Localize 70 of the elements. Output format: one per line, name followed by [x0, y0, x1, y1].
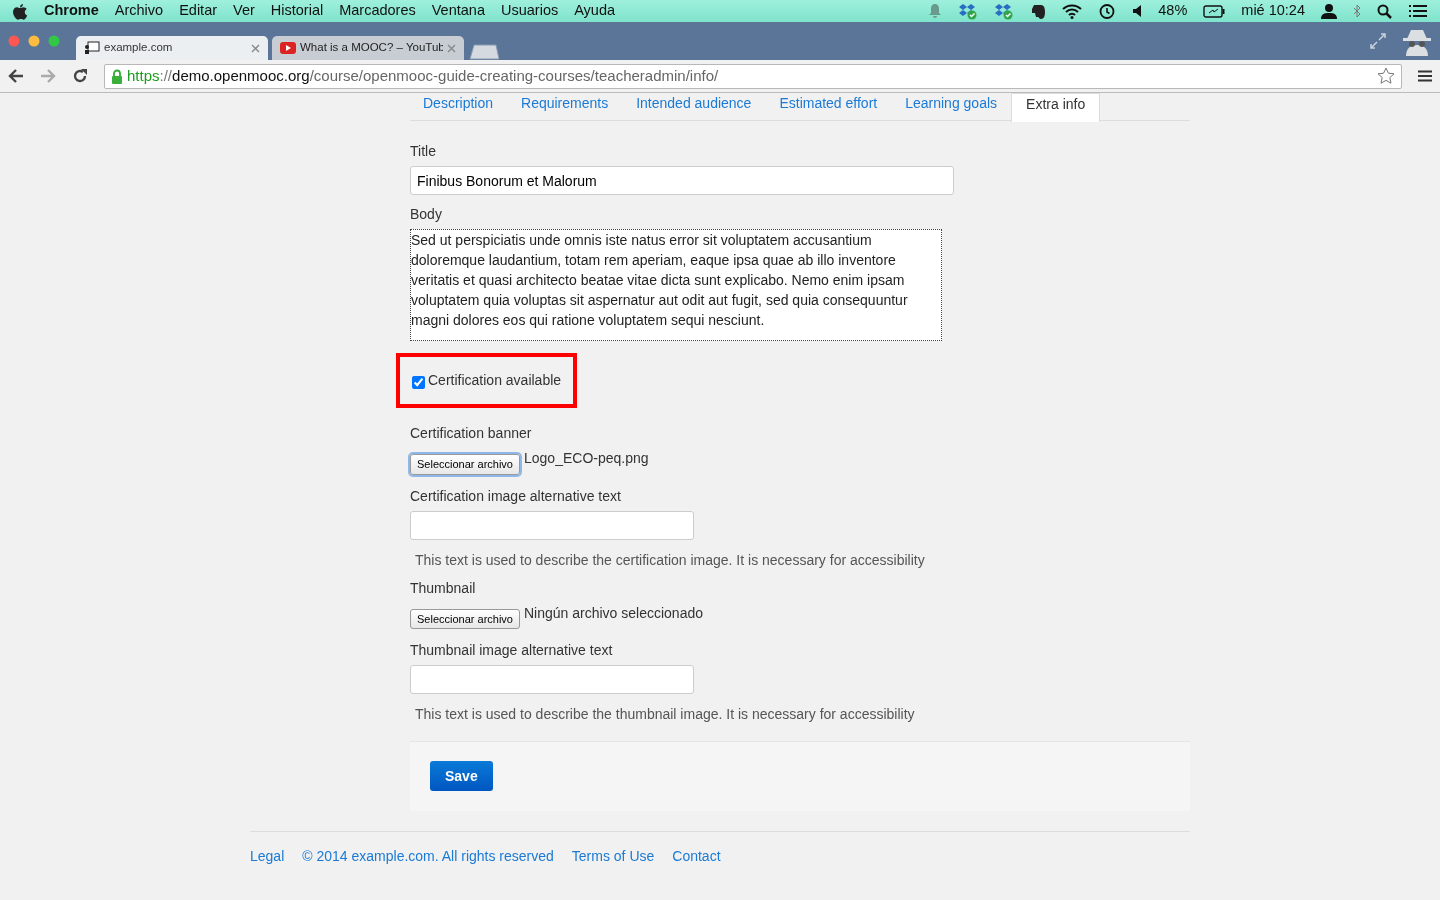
sync-icon[interactable] — [958, 2, 979, 20]
help-text: This text is used to describe the thumbnail image. It is necessary for accessibility — [415, 705, 915, 724]
tab[interactable]: Requirements — [507, 93, 623, 121]
star-icon[interactable] — [1377, 67, 1395, 85]
user-icon[interactable] — [1321, 3, 1337, 19]
menu-item[interactable]: Archivo — [114, 0, 164, 22]
apple-icon — [12, 2, 28, 20]
file-name: Ningún archivo seleccionado — [524, 603, 703, 623]
menu-item[interactable]: Usuarios — [501, 0, 559, 22]
menu-item[interactable]: Ver — [233, 0, 255, 22]
field-label: Thumbnail — [410, 578, 476, 598]
address-bar[interactable]: https://demo.openmooc.org/course/openmooc-guide-creating-courses/teacheradmin/info/ — [104, 63, 1402, 89]
zoom-button[interactable] — [48, 35, 60, 47]
tab[interactable]: Estimated effort — [765, 93, 892, 121]
tab[interactable]: Learning goals — [891, 93, 1012, 121]
footer-link[interactable]: Terms of Use — [571, 846, 655, 867]
field-label: Title — [410, 142, 436, 161]
menu-item[interactable]: Ventana — [431, 0, 485, 22]
clock-text[interactable]: mié 10:24 — [1241, 0, 1305, 22]
reload-icon[interactable] — [72, 68, 88, 84]
file-button[interactable]: Seleccionar archivo — [410, 454, 520, 475]
wifi-icon[interactable] — [1062, 3, 1083, 19]
list-icon[interactable] — [1408, 4, 1428, 18]
menu-item[interactable]: Historial — [270, 0, 324, 22]
text-field[interactable] — [410, 665, 694, 694]
footer-link[interactable]: Contact — [672, 846, 721, 867]
footer-link[interactable]: Legal — [250, 846, 285, 867]
menu-item[interactable]: Marcadores — [339, 0, 416, 22]
speaker-icon[interactable] — [1132, 5, 1143, 17]
tab[interactable]: Extra info — [1011, 93, 1101, 122]
menu-icon[interactable] — [1418, 70, 1432, 82]
field-label: Body — [410, 205, 442, 224]
footer-link[interactable]: © 2014 example.com. All rights reserved — [302, 846, 554, 867]
lock-icon — [111, 68, 123, 84]
sync-icon[interactable] — [994, 2, 1015, 20]
back-icon[interactable] — [8, 69, 24, 83]
play-icon — [280, 42, 296, 54]
body-textarea[interactable]: Sed ut perspiciatis unde omnis iste natus error sit voluptatem accusantium doloremque laudantium, totam rem aperiam, eaque ipsa quae ab illo inventore veritatis et quasi architecto beatae vitae dicta sunt explicabo. Nemo enim ipsam voluptatem quia voluptas sit aspernatur aut odit aut fugit, sed quia consequuntur magni dolores eos qui ratione voluptatem sequi nesciunt. — [410, 229, 942, 341]
menu-item[interactable]: Ayuda — [574, 0, 616, 22]
save-button[interactable]: Save — [430, 761, 493, 791]
board-icon — [84, 41, 100, 55]
forward-icon[interactable] — [40, 69, 56, 83]
url-text: https://demo.openmooc.org/course/openmooc-guide-creating-courses/teacheradmin/info/ — [127, 65, 719, 86]
tab-title: example.com — [104, 40, 174, 56]
tab[interactable]: Description — [410, 93, 508, 121]
clock-icon[interactable] — [1098, 2, 1117, 20]
text-field[interactable]: Finibus Bonorum et Malorum — [410, 166, 954, 195]
close-icon[interactable] — [447, 43, 456, 53]
field-label: Certification banner — [410, 424, 532, 443]
file-button[interactable]: Seleccionar archivo — [410, 608, 520, 629]
tab[interactable]: Intended audience — [622, 93, 766, 121]
battery-icon[interactable] — [1203, 4, 1226, 18]
checkbox-label: Certification available — [428, 371, 562, 390]
field-label: Certification image alternative text — [410, 486, 621, 506]
search-icon[interactable] — [1377, 3, 1392, 19]
field-label: Thumbnail image alternative text — [410, 641, 613, 660]
close-icon[interactable] — [251, 43, 260, 53]
bell-icon[interactable] — [928, 3, 943, 19]
app-name[interactable]: Chrome — [44, 0, 99, 22]
new-tab-button[interactable] — [468, 44, 500, 60]
minimize-button[interactable] — [28, 35, 40, 47]
expand-icon[interactable] — [1370, 33, 1386, 49]
checkbox[interactable] — [412, 375, 425, 389]
battery-percent: 48% — [1158, 1, 1188, 21]
browser-tab[interactable]: example.com — [76, 36, 268, 60]
help-text: This text is used to describe the certification image. It is necessary for accessibility — [415, 550, 925, 570]
menu-item[interactable]: Editar — [179, 0, 218, 22]
text-field[interactable] — [410, 510, 694, 540]
file-name: Logo_ECO-peq.png — [524, 449, 649, 468]
bluetooth-icon[interactable] — [1353, 4, 1361, 18]
